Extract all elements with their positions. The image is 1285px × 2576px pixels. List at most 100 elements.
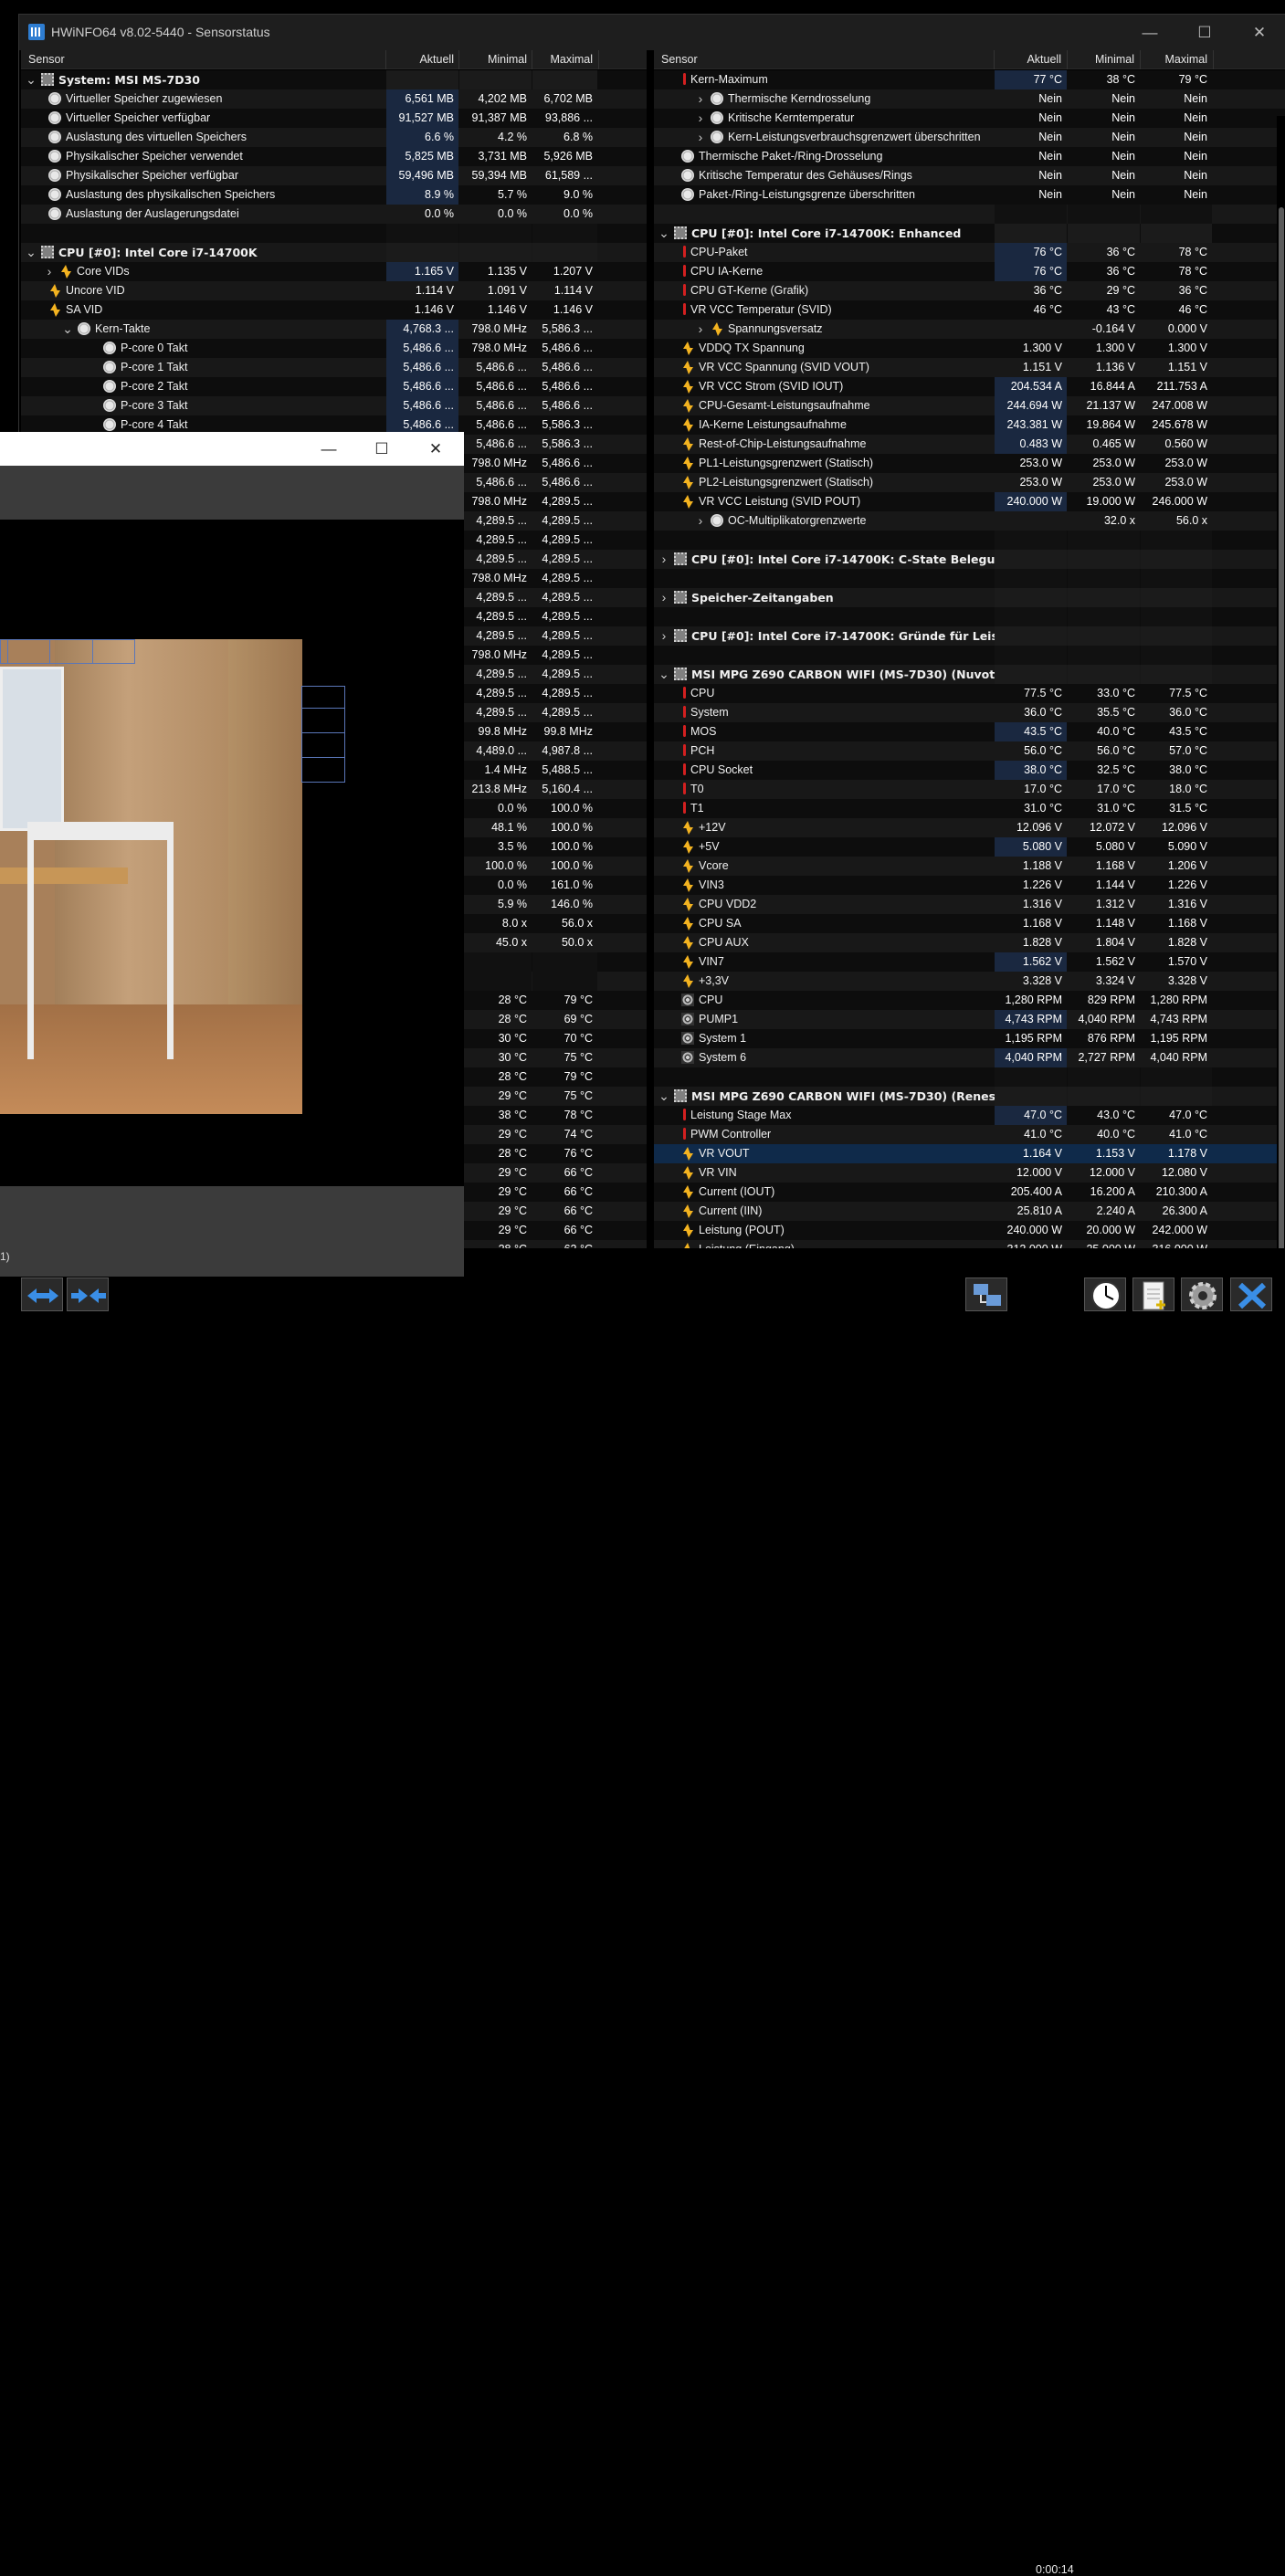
maximize-button[interactable]: ☐ — [1178, 15, 1231, 50]
sensor-row[interactable]: PL1-Leistungsgrenzwert (Statisch) 253.0 W… — [654, 454, 1285, 473]
sensor-row[interactable]: CPU SA 1.168 V 1.148 V 1.168 V — [654, 914, 1285, 933]
sensor-row[interactable]: › Core VIDs 1.165 V 1.135 V 1.207 V — [21, 262, 647, 281]
sensor-row[interactable]: Rest-of-Chip-Leistungsaufnahme 0.483 W 0.4… — [654, 435, 1285, 454]
sensor-row[interactable]: Vcore 1.188 V 1.168 V 1.206 V — [654, 857, 1285, 876]
sensor-row[interactable]: CPU Socket 38.0 °C 32.5 °C 38.0 °C — [654, 761, 1285, 780]
sensor-row[interactable]: Physikalischer Speicher verfügbar 59,496 … — [21, 166, 647, 185]
sensor-group-row[interactable]: ⌄ CPU [#0]: Intel Core i7-14700K — [21, 243, 647, 262]
expand-chevron-icon[interactable]: › — [694, 128, 707, 147]
sensor-row[interactable]: MOS 43.5 °C 40.0 °C 43.5 °C — [654, 722, 1285, 741]
sensor-row[interactable]: CPU 77.5 °C 33.0 °C 77.5 °C — [654, 684, 1285, 703]
sensor-row[interactable]: CPU AUX 1.828 V 1.804 V 1.828 V — [654, 933, 1285, 952]
sensor-row[interactable]: System 6 4,040 RPM 2,727 RPM 4,040 RPM — [654, 1048, 1285, 1067]
sensor-row[interactable]: Auslastung des physikalischen Speichers 8… — [21, 185, 647, 205]
sensor-row[interactable]: SA VID 1.146 V 1.146 V 1.146 V — [21, 300, 647, 320]
sensor-row[interactable]: VR VCC Spannung (SVID VOUT) 1.151 V 1.136 … — [654, 358, 1285, 377]
sensor-row[interactable]: Current (IIN) 25.810 A 2.240 A 26.300 A — [654, 1202, 1285, 1221]
sensor-row[interactable]: ⌄ Kern-Takte 4,768.3 ... 798.0 MHz 5,586.3 .… — [21, 320, 647, 339]
sensor-group-row[interactable]: › CPU [#0]: Intel Core i7-14700K: C-State… — [654, 550, 1285, 569]
sensor-row[interactable]: Kern-Maximum 77 °C 38 °C 79 °C — [654, 70, 1285, 89]
popup-maximize-button[interactable]: ☐ — [355, 432, 408, 466]
header-sensor[interactable]: Sensor — [28, 53, 65, 66]
sensor-row[interactable]: T0 17.0 °C 17.0 °C 18.0 °C — [654, 780, 1285, 799]
right-sensor-pane[interactable]: Sensor Aktuell Minimal Maximal Kern-Maxi… — [654, 50, 1285, 1248]
sensor-row[interactable]: Leistung (Eingang)312.000 W25.000 W316.0… — [654, 1240, 1285, 1248]
sensor-row[interactable]: P-core 1 Takt 5,486.6 ... 5,486.6 ... 5,486… — [21, 358, 647, 377]
scrollbar-thumb[interactable] — [1279, 207, 1284, 1248]
clock-icon[interactable] — [1084, 1277, 1126, 1311]
sensor-row[interactable]: CPU-Paket 76 °C 36 °C 78 °C — [654, 243, 1285, 262]
sensor-row[interactable]: P-core 3 Takt 5,486.6 ... 5,486.6 ... 5,486… — [21, 396, 647, 415]
collapse-chevron-icon[interactable]: ⌄ — [658, 1087, 670, 1106]
sensor-row[interactable]: Physikalischer Speicher verwendet 5,825 M… — [21, 147, 647, 166]
sensor-row[interactable]: › OC-Multiplikatorgrenzwerte 32.0 x 56.0 x — [654, 511, 1285, 531]
expand-chevron-icon[interactable]: › — [694, 109, 707, 128]
minimize-button[interactable]: — — [1123, 15, 1176, 50]
expand-chevron-icon[interactable]: › — [694, 89, 707, 109]
network-icon[interactable] — [965, 1277, 1007, 1311]
sensor-row[interactable]: VIN7 1.562 V 1.562 V 1.570 V — [654, 952, 1285, 972]
sensor-row[interactable]: VR VOUT 1.164 V 1.153 V 1.178 V — [654, 1144, 1285, 1163]
close-x-icon[interactable] — [1230, 1277, 1272, 1311]
sensor-row[interactable]: CPU VDD2 1.316 V 1.312 V 1.316 V — [654, 895, 1285, 914]
sensor-row[interactable]: PCH 56.0 °C 56.0 °C 57.0 °C — [654, 741, 1285, 761]
sensor-row[interactable]: Thermische Paket-/Ring-Drosselung Nein Nei… — [654, 147, 1285, 166]
expand-chevron-icon[interactable]: › — [43, 262, 56, 281]
sensor-row[interactable]: Paket-/Ring-Leistungsgrenze überschritte… — [654, 185, 1285, 205]
header-min-right[interactable]: Minimal — [1068, 53, 1134, 66]
collapse-chevron-icon[interactable]: ⌄ — [25, 243, 37, 262]
prev-arrows-icon[interactable] — [21, 1277, 63, 1311]
expand-chevron-icon[interactable]: › — [658, 626, 670, 646]
sensor-group-row[interactable]: ⌄ MSI MPG Z690 CARBON WIFI (MS-7D30) (Nuv… — [654, 665, 1285, 684]
sensor-row[interactable]: PL2-Leistungsgrenzwert (Statisch) 253.0 W… — [654, 473, 1285, 492]
vertical-scrollbar[interactable] — [1277, 116, 1285, 1248]
sensor-group-row[interactable]: ⌄ System: MSI MS-7D30 — [21, 70, 647, 89]
sensor-row[interactable]: P-core 2 Takt 5,486.6 ... 5,486.6 ... 5,486… — [21, 377, 647, 396]
expand-chevron-icon[interactable]: › — [658, 550, 670, 569]
sensor-row[interactable]: Uncore VID 1.114 V 1.091 V 1.114 V — [21, 281, 647, 300]
sensor-row[interactable]: Leistung (POUT) 240.000 W 20.000 W 242.000 … — [654, 1221, 1285, 1240]
popup-close-button[interactable]: ✕ — [409, 432, 462, 466]
sensor-row[interactable]: › Thermische Kerndrosselung Nein Nein Nein — [654, 89, 1285, 109]
sensor-row[interactable]: PWM Controller 41.0 °C 40.0 °C 41.0 °C — [654, 1125, 1285, 1144]
collapse-chevron-icon[interactable]: ⌄ — [658, 665, 670, 684]
sensor-row[interactable]: VR VCC Temperatur (SVID) 46 °C 43 °C 46 °C — [654, 300, 1285, 320]
sensor-row[interactable]: CPU-Gesamt-Leistungsaufnahme 244.694 W 21.… — [654, 396, 1285, 415]
sensor-row[interactable]: Virtueller Speicher zugewiesen 6,561 MB 4,… — [21, 89, 647, 109]
sensor-row[interactable]: Virtueller Speicher verfügbar 91,527 MB 91… — [21, 109, 647, 128]
sensor-group-row[interactable]: ⌄ CPU [#0]: Intel Core i7-14700K: Enhance… — [654, 224, 1285, 243]
collapse-chevron-icon[interactable]: ⌄ — [61, 320, 74, 339]
sensor-row[interactable]: +3,3V 3.328 V 3.324 V 3.328 V — [654, 972, 1285, 991]
expand-chevron-icon[interactable]: › — [694, 511, 707, 531]
sensor-row[interactable]: CPU GT-Kerne (Grafik) 36 °C 29 °C 36 °C — [654, 281, 1285, 300]
header-max-right[interactable]: Maximal — [1141, 53, 1207, 66]
sensor-group-row[interactable]: › Speicher-Zeitangaben — [654, 588, 1285, 607]
sensor-row[interactable]: VR VIN 12.000 V 12.000 V 12.080 V — [654, 1163, 1285, 1183]
sensor-row[interactable]: PUMP1 4,743 RPM 4,040 RPM 4,743 RPM — [654, 1010, 1285, 1029]
sensor-row[interactable]: Auslastung des virtuellen Speichers 6.6 %… — [21, 128, 647, 147]
sensor-row[interactable]: P-core 0 Takt 5,486.6 ... 798.0 MHz 5,486.6… — [21, 339, 647, 358]
sensor-row[interactable]: Current (IOUT) 205.400 A 16.200 A 210.300 A — [654, 1183, 1285, 1202]
expand-chevron-icon[interactable]: › — [658, 588, 670, 607]
sensor-row[interactable]: › Kern-Leistungsverbrauchsgrenzwert übers… — [654, 128, 1285, 147]
popup-minimize-button[interactable]: — — [302, 432, 355, 466]
next-arrows-icon[interactable] — [67, 1277, 109, 1311]
header-min[interactable]: Minimal — [459, 53, 527, 66]
header-current[interactable]: Aktuell — [386, 53, 454, 66]
sensor-row[interactable]: +5V 5.080 V 5.080 V 5.090 V — [654, 837, 1285, 857]
sensor-row[interactable]: +12V 12.096 V 12.072 V 12.096 V — [654, 818, 1285, 837]
sensor-row[interactable]: › Kritische Kerntemperatur Nein Nein Nein — [654, 109, 1285, 128]
collapse-chevron-icon[interactable]: ⌄ — [25, 70, 37, 89]
sensor-row[interactable]: Auslastung der Auslagerungsdatei 0.0 % 0.0… — [21, 205, 647, 224]
sensor-row[interactable]: › Spannungsversatz -0.164 V 0.000 V — [654, 320, 1285, 339]
sensor-row[interactable]: VDDQ TX Spannung 1.300 V 1.300 V 1.300 V — [654, 339, 1285, 358]
sensor-row[interactable]: CPU IA-Kerne 76 °C 36 °C 78 °C — [654, 262, 1285, 281]
title-bar[interactable]: HWiNFO64 v8.02-5440 - Sensorstatus — ☐ ✕ — [19, 15, 1285, 50]
settings-gear-icon[interactable] — [1181, 1277, 1223, 1311]
sensor-row[interactable]: T1 31.0 °C 31.0 °C 31.5 °C — [654, 799, 1285, 818]
report-icon[interactable] — [1132, 1277, 1174, 1311]
header-current-right[interactable]: Aktuell — [995, 53, 1061, 66]
close-button[interactable]: ✕ — [1233, 15, 1285, 50]
expand-chevron-icon[interactable]: › — [694, 320, 707, 339]
sensor-group-row[interactable]: › CPU [#0]: Intel Core i7-14700K: Gründe … — [654, 626, 1285, 646]
